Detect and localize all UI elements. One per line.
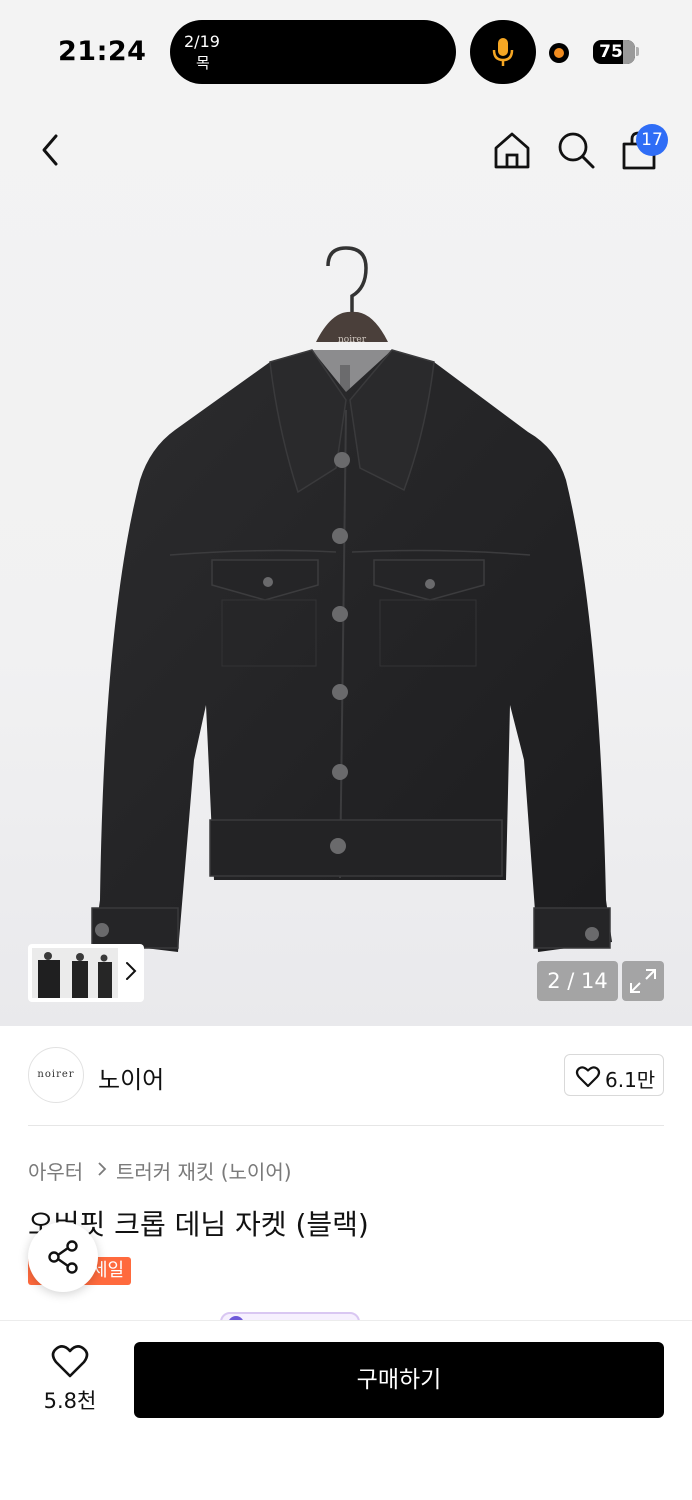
microphone-icon: [492, 38, 514, 66]
heart-icon: [575, 1066, 601, 1088]
island-date: 2/19: [184, 32, 220, 51]
breadcrumb-subcategory[interactable]: 트러커 재킷 (노이어): [116, 1156, 292, 1185]
brand-like-count: 6.1만: [605, 1068, 656, 1092]
expand-image-button[interactable]: [622, 961, 664, 1001]
breadcrumb-category[interactable]: 아우터: [28, 1156, 83, 1185]
thumbnail-image: [32, 948, 118, 998]
image-page-counter: 2 / 14: [537, 961, 618, 1001]
brand-name[interactable]: 노이어: [98, 1060, 164, 1095]
breadcrumb-chevron-icon: [98, 1162, 107, 1176]
wishlist-heart-icon[interactable]: [51, 1344, 89, 1380]
section-divider: [28, 1125, 664, 1126]
wishlist-count: 5.8천: [43, 1389, 97, 1413]
hanger-brand-label: noirer: [338, 335, 367, 345]
back-chevron-icon[interactable]: [36, 132, 64, 168]
dynamic-island[interactable]: [170, 20, 456, 84]
microphone-indicator[interactable]: [470, 20, 536, 84]
buy-button[interactable]: 구매하기: [134, 1342, 664, 1418]
product-image-gallery[interactable]: noirer: [0, 100, 692, 1026]
brand-logo[interactable]: noirer: [28, 1047, 84, 1103]
share-button[interactable]: [28, 1222, 98, 1292]
brand-like-button[interactable]: 6.1만: [564, 1054, 664, 1096]
expand-icon: [630, 969, 656, 993]
battery-cap: [636, 47, 639, 56]
search-icon[interactable]: [556, 130, 596, 170]
home-icon[interactable]: [492, 130, 532, 170]
status-time: 21:24: [58, 36, 147, 67]
chevron-right-icon[interactable]: [124, 960, 138, 982]
battery-level: 75: [599, 42, 623, 62]
product-photo-denim-jacket: noirer: [91, 246, 612, 952]
cart-count-badge: 17: [636, 124, 668, 156]
recording-dot-icon: [549, 43, 569, 63]
share-icon: [48, 1240, 78, 1274]
island-day: 목: [196, 54, 210, 72]
battery-icon: 75: [593, 40, 635, 64]
